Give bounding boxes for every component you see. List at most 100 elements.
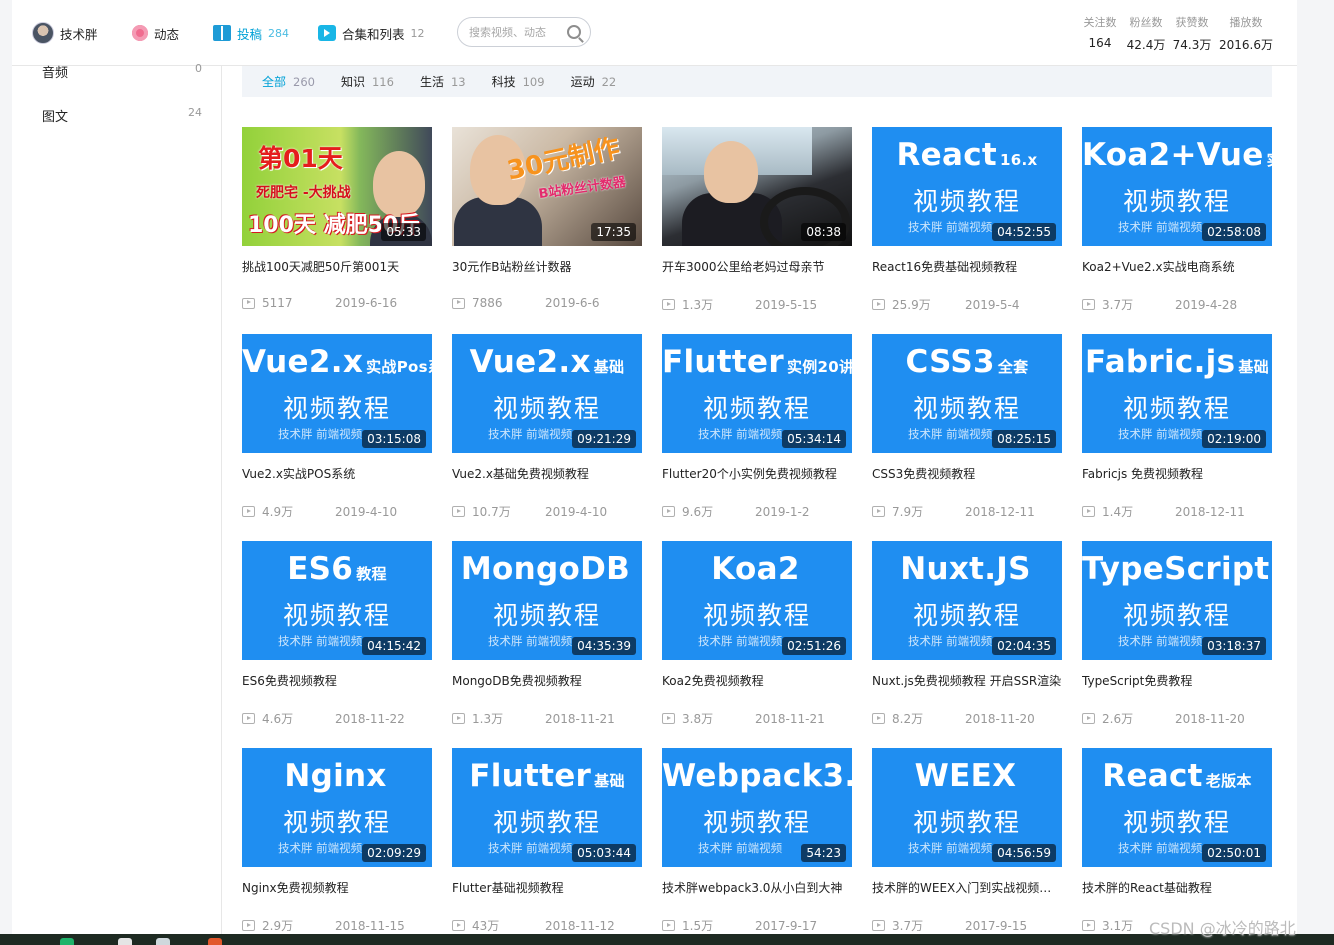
taskbar-app-icon[interactable]	[208, 938, 222, 945]
video-card[interactable]: React 16.x 视频教程 技术胖 前端视频 04:52:55 React16免费基础…	[872, 127, 1062, 334]
video-cover[interactable]: React 16.x 视频教程 技术胖 前端视频 04:52:55	[872, 127, 1062, 246]
video-card[interactable]: Koa2+Vue实战电商视频教程技术胖 前端视频02:58:08 Koa2+Vue…	[1082, 127, 1272, 334]
cover-credit: 技术胖 前端视频	[488, 634, 573, 648]
search-input[interactable]	[469, 25, 565, 39]
video-cover[interactable]: MongoDB 视频教程 技术胖 前端视频 04:35:39	[452, 541, 642, 660]
video-card[interactable]: 第01天 死肥宅 -大挑战 100天 减肥50斤 05:33 挑战100天减肥50斤第0…	[242, 127, 432, 334]
video-cover[interactable]: Vue2.x实战Pos系统视频教程技术胖 前端视频03:15:08	[242, 334, 432, 453]
video-card[interactable]: Vue2.x实战Pos系统视频教程技术胖 前端视频03:15:08 Vue2.x实…	[242, 334, 432, 541]
video-cover[interactable]: Fabric.js 基础 视频教程 技术胖 前端视频 02:19:00	[1082, 334, 1272, 453]
play-count: 9.6万	[682, 505, 714, 519]
filter-knowledge[interactable]: 知识 116	[341, 73, 394, 90]
sidebar-item-articles[interactable]: 图文 24	[42, 106, 202, 125]
video-duration: 02:50:01	[1202, 844, 1266, 862]
filter-label: 全部	[262, 75, 287, 89]
taskbar-app-icon[interactable]	[156, 938, 170, 945]
video-cover[interactable]: Nuxt.JS 视频教程 技术胖 前端视频 02:04:35	[872, 541, 1062, 660]
filter-label: 生活	[419, 75, 444, 89]
video-title[interactable]: 30元作B站粉丝计数器	[452, 258, 642, 275]
sidebar-item-audio[interactable]: 音频 0	[42, 62, 202, 81]
video-title[interactable]: MongoDB免费视频教程	[452, 672, 642, 689]
video-cover[interactable]: CSS3 全套 视频教程 技术胖 前端视频 08:25:15	[872, 334, 1062, 453]
video-cover[interactable]: Koa2 视频教程 技术胖 前端视频 02:51:26	[662, 541, 852, 660]
video-meta: 1.3万 2018-11-21	[452, 710, 642, 727]
video-title[interactable]: Flutter20个小实例免费视频教程	[662, 465, 852, 482]
video-cover[interactable]: Nginx 视频教程 技术胖 前端视频 02:09:29	[242, 748, 432, 867]
video-cover[interactable]: ES6 教程 视频教程 技术胖 前端视频 04:15:42	[242, 541, 432, 660]
video-cover[interactable]: 08:38	[662, 127, 852, 246]
play-count-icon	[452, 506, 465, 517]
video-duration: 04:56:59	[992, 844, 1056, 862]
filter-label: 知识	[340, 75, 365, 89]
video-cover[interactable]: Webpack3.x 视频教程技术胖 前端视频 54:23	[662, 748, 852, 867]
video-title[interactable]: Koa2免费视频教程	[662, 672, 852, 689]
video-card[interactable]: CSS3 全套 视频教程 技术胖 前端视频 08:25:15 CSS3免费视频教程 7.9万…	[872, 334, 1062, 541]
search-icon[interactable]	[567, 25, 581, 39]
nav-dynamic[interactable]: 动态	[132, 22, 179, 44]
video-card[interactable]: 08:38 开车3000公里给老妈过母亲节 1.3万 2019-5-15	[662, 127, 852, 334]
publish-date: 2018-11-21	[545, 711, 615, 726]
video-title[interactable]: React16免费基础视频教程	[872, 258, 1062, 275]
stat-following[interactable]: 关注数 164	[1076, 14, 1124, 50]
video-card[interactable]: Nuxt.JS 视频教程 技术胖 前端视频 02:04:35 Nuxt.js免费视频教程…	[872, 541, 1062, 748]
video-title[interactable]: ES6免费视频教程	[242, 672, 432, 689]
video-title[interactable]: 技术胖webpack3.0从小白到大神	[662, 879, 852, 896]
space-page: 技术胖 动态 投稿 284 合集和列表 12 关注数 164 粉丝数 42.4万	[12, 0, 1297, 945]
video-cover[interactable]: Flutter 基础 视频教程 技术胖 前端视频 05:03:44	[452, 748, 642, 867]
stat-followers[interactable]: 粉丝数 42.4万	[1122, 14, 1170, 53]
filter-all[interactable]: 全部 260	[262, 73, 315, 90]
cover-face	[704, 141, 758, 203]
video-meta: 5117 2019-6-16	[242, 296, 432, 310]
nav-uploads[interactable]: 投稿 284	[213, 22, 289, 44]
play-count-icon	[662, 506, 675, 517]
video-title[interactable]: Vue2.x基础免费视频教程	[452, 465, 642, 482]
video-card[interactable]: Fabric.js 基础 视频教程 技术胖 前端视频 02:19:00 Fabricjs …	[1082, 334, 1272, 541]
play-count: 3.8万	[682, 712, 714, 726]
video-cover[interactable]: Koa2+Vue实战电商视频教程技术胖 前端视频02:58:08	[1082, 127, 1272, 246]
video-card[interactable]: MongoDB 视频教程 技术胖 前端视频 04:35:39 MongoDB免费视频教程…	[452, 541, 642, 748]
video-cover[interactable]: TypeScript 视频教程 技术胖 前端视频 03:18:37	[1082, 541, 1272, 660]
space-top-nav: 技术胖 动态 投稿 284 合集和列表 12 关注数 164 粉丝数 42.4万	[12, 0, 1297, 66]
video-cover[interactable]: Vue2.x 基础 视频教程 技术胖 前端视频 09:21:29	[452, 334, 642, 453]
taskbar-app-icon[interactable]	[118, 938, 132, 945]
taskbar-app-icon[interactable]	[60, 938, 74, 945]
video-title[interactable]: Nuxt.js免费视频教程 开启SSR渲染	[872, 672, 1062, 689]
play-count-icon	[1082, 920, 1095, 931]
video-title[interactable]: Flutter基础视频教程	[452, 879, 642, 896]
video-card[interactable]: Flutter 实例20讲 视频教程 技术胖 前端视频 05:34:14 Flutter2…	[662, 334, 852, 541]
video-cover[interactable]: 第01天 死肥宅 -大挑战 100天 减肥50斤 05:33	[242, 127, 432, 246]
video-card[interactable]: Koa2 视频教程 技术胖 前端视频 02:51:26 Koa2免费视频教程 3.8万 20…	[662, 541, 852, 748]
video-meta: 10.7万 2019-4-10	[452, 503, 642, 520]
video-title[interactable]: 挑战100天减肥50斤第001天	[242, 258, 432, 275]
filter-tech[interactable]: 科技 109	[492, 73, 545, 90]
nav-collections[interactable]: 合集和列表 12	[318, 22, 425, 44]
video-cover[interactable]: WEEX 视频教程 技术胖 前端视频 04:56:59	[872, 748, 1062, 867]
video-title[interactable]: TypeScript免费教程	[1082, 672, 1272, 689]
filter-sports[interactable]: 运动 22	[571, 73, 617, 90]
video-card[interactable]: Webpack3.x 视频教程技术胖 前端视频 54:23 技术胖webpack3.0…	[662, 748, 852, 945]
video-card[interactable]: 30元制作 B站粉丝计数器 17:35 30元作B站粉丝计数器 7886 2019-6-6	[452, 127, 642, 334]
video-cover[interactable]: 30元制作 B站粉丝计数器 17:35	[452, 127, 642, 246]
video-title[interactable]: 技术胖的WEEX入门到实战视频教程	[872, 879, 1062, 896]
video-title[interactable]: CSS3免费视频教程	[872, 465, 1062, 482]
search-box[interactable]	[457, 17, 591, 47]
video-title[interactable]: Vue2.x实战POS系统	[242, 465, 432, 482]
video-card[interactable]: Nginx 视频教程 技术胖 前端视频 02:09:29 Nginx免费视频教程 2.9万…	[242, 748, 432, 945]
video-card[interactable]: TypeScript 视频教程 技术胖 前端视频 03:18:37 TypeScript…	[1082, 541, 1272, 748]
video-cover[interactable]: Flutter 实例20讲 视频教程 技术胖 前端视频 05:34:14	[662, 334, 852, 453]
filter-life[interactable]: 生活 13	[420, 73, 466, 90]
publish-date: 2019-1-2	[755, 504, 810, 519]
video-title[interactable]: Nginx免费视频教程	[242, 879, 432, 896]
video-card[interactable]: ES6 教程 视频教程 技术胖 前端视频 04:15:42 ES6免费视频教程 4.6万 20…	[242, 541, 432, 748]
video-title[interactable]: 开车3000公里给老妈过母亲节	[662, 258, 852, 275]
video-title[interactable]: 技术胖的React基础教程	[1082, 879, 1272, 896]
video-cover[interactable]: React 老版本 视频教程 技术胖 前端视频 02:50:01	[1082, 748, 1272, 867]
nav-home[interactable]: 技术胖	[32, 22, 98, 44]
video-title[interactable]: Fabricjs 免费视频教程	[1082, 465, 1272, 482]
video-title[interactable]: Koa2+Vue2.x实战电商系统	[1082, 258, 1272, 275]
play-count: 4.9万	[262, 505, 294, 519]
video-card[interactable]: WEEX 视频教程 技术胖 前端视频 04:56:59 技术胖的WEEX入门到实战视频教…	[872, 748, 1062, 945]
video-card[interactable]: Vue2.x 基础 视频教程 技术胖 前端视频 09:21:29 Vue2.x基础免费视频…	[452, 334, 642, 541]
play-count-icon	[872, 713, 885, 724]
video-card[interactable]: Flutter 基础 视频教程 技术胖 前端视频 05:03:44 Flutter基础视频…	[452, 748, 642, 945]
